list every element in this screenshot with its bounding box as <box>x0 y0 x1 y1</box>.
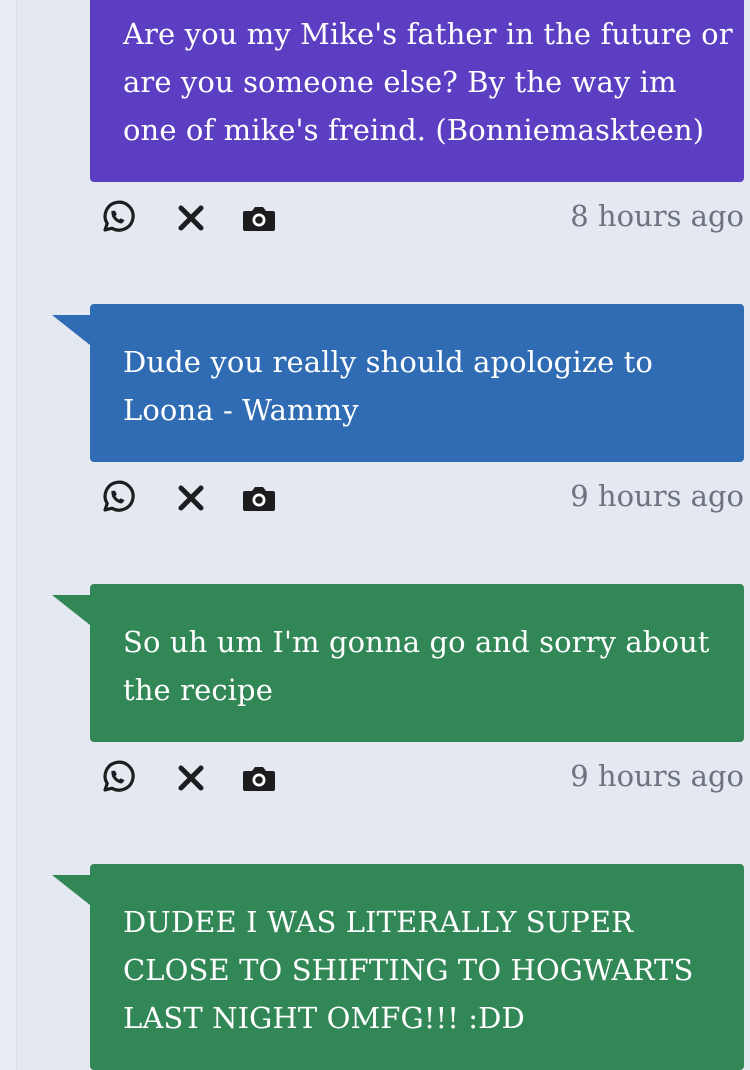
message-text: Are you my Mike's father in the future o… <box>123 17 733 147</box>
message-timestamp: 9 hours ago <box>570 479 744 513</box>
close-icon[interactable] <box>172 199 210 237</box>
message-card: DUDEE I WAS LITERALLY SUPER CLOSE TO SHI… <box>52 864 744 1070</box>
message-text: Dude you really should apologize to Loon… <box>123 345 653 427</box>
close-icon[interactable] <box>172 759 210 797</box>
message-bubble: So uh um I'm gonna go and sorry about th… <box>52 584 744 742</box>
close-icon[interactable] <box>172 479 210 517</box>
camera-icon[interactable] <box>240 199 278 237</box>
whatsapp-icon[interactable] <box>98 199 136 237</box>
bubble-tail <box>52 315 90 345</box>
message-bubble: Dude you really should apologize to Loon… <box>52 304 744 462</box>
bubble-tail <box>52 875 90 905</box>
message-actions: 8 hours ago <box>90 182 744 252</box>
bubble-tail <box>52 595 90 625</box>
message-text: DUDEE I WAS LITERALLY SUPER CLOSE TO SHI… <box>123 905 694 1035</box>
message-feed: Are you my Mike's father in the future o… <box>0 0 750 1070</box>
message-card: So uh um I'm gonna go and sorry about th… <box>52 584 744 812</box>
whatsapp-icon[interactable] <box>98 759 136 797</box>
message-text: So uh um I'm gonna go and sorry about th… <box>123 625 710 707</box>
message-actions: 9 hours ago <box>90 462 744 532</box>
message-bubble: Are you my Mike's father in the future o… <box>90 0 744 182</box>
message-bubble: DUDEE I WAS LITERALLY SUPER CLOSE TO SHI… <box>52 864 744 1070</box>
message-timestamp: 8 hours ago <box>570 199 744 233</box>
message-card: Dude you really should apologize to Loon… <box>52 304 744 532</box>
message-card: Are you my Mike's father in the future o… <box>90 0 744 252</box>
message-actions: 9 hours ago <box>90 742 744 812</box>
whatsapp-icon[interactable] <box>98 479 136 517</box>
camera-icon[interactable] <box>240 759 278 797</box>
camera-icon[interactable] <box>240 479 278 517</box>
page: Are you my Mike's father in the future o… <box>0 0 750 1070</box>
message-timestamp: 9 hours ago <box>570 759 744 793</box>
